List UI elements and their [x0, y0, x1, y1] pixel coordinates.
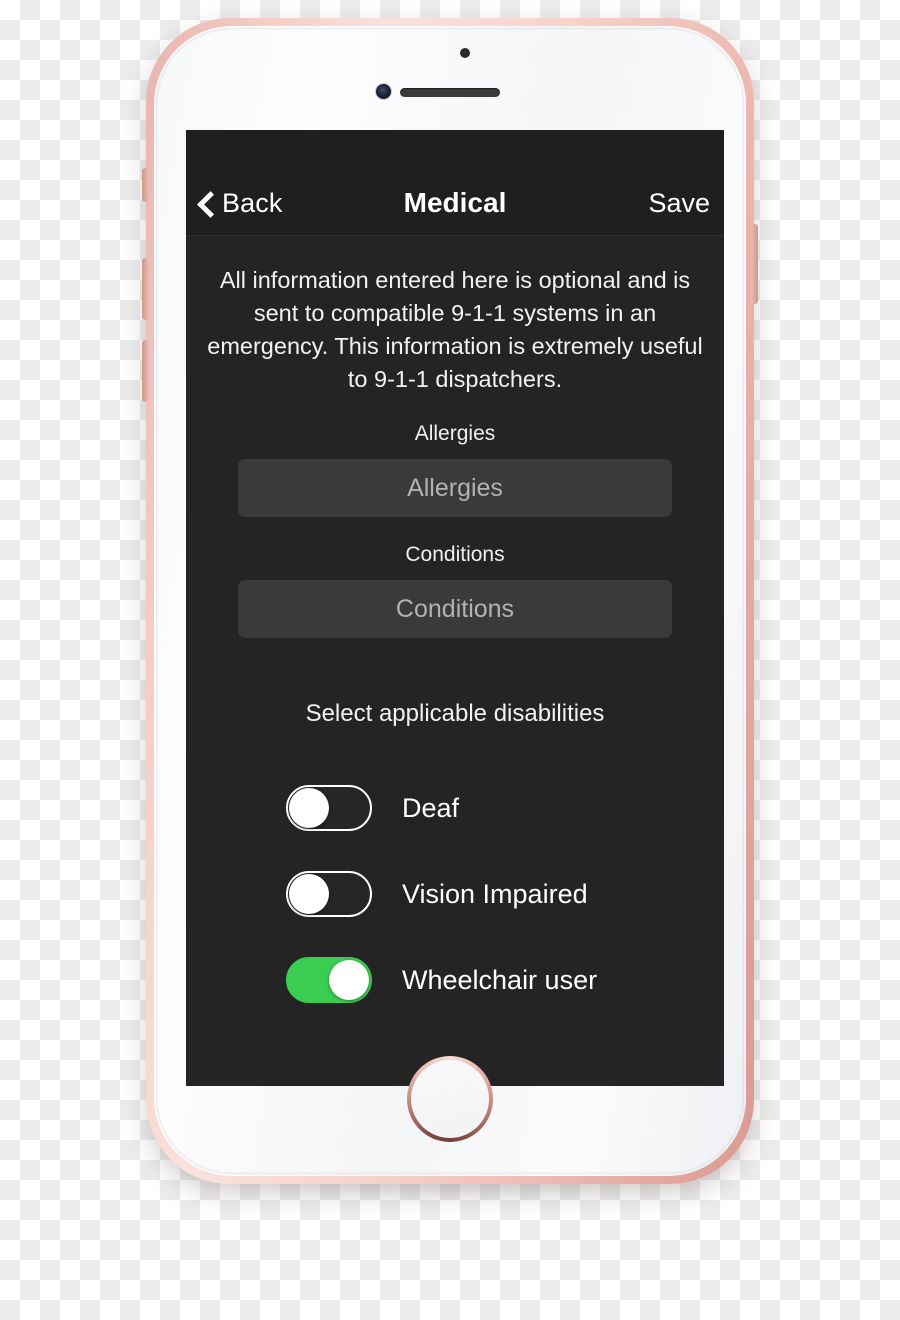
volume-up-button[interactable] — [142, 258, 149, 320]
proximity-sensor-icon — [460, 48, 470, 58]
phone-device-frame: Back Medical Save All information entere… — [142, 18, 758, 1184]
home-button-surface — [411, 1060, 489, 1138]
wheelchair-user-toggle[interactable] — [286, 957, 372, 1003]
phone-faceplate: Back Medical Save All information entere… — [154, 26, 746, 1176]
home-button[interactable] — [407, 1056, 493, 1142]
vision-impaired-toggle-label: Vision Impaired — [402, 878, 588, 909]
wheelchair-user-toggle-label: Wheelchair user — [402, 964, 598, 995]
navigation-bar: Back Medical Save — [186, 130, 724, 236]
toggle-row-deaf: Deaf — [286, 778, 706, 838]
phone-screen: Back Medical Save All information entere… — [186, 130, 724, 1086]
deaf-toggle[interactable] — [286, 785, 372, 831]
toggle-knob — [289, 788, 329, 828]
allergies-field-group: Allergies Allergies — [204, 422, 706, 517]
save-button[interactable]: Save — [648, 188, 710, 219]
conditions-label: Conditions — [405, 543, 505, 566]
toggle-knob — [329, 960, 369, 1000]
earpiece-speaker-icon — [400, 88, 500, 97]
toggle-knob — [289, 874, 329, 914]
conditions-input[interactable]: Conditions — [238, 580, 672, 638]
volume-down-button[interactable] — [142, 340, 149, 402]
conditions-field-group: Conditions Conditions — [204, 543, 706, 638]
toggle-row-vision-impaired: Vision Impaired — [286, 864, 706, 924]
mute-switch-button[interactable] — [142, 168, 149, 202]
power-button[interactable] — [751, 224, 758, 304]
allergies-label: Allergies — [414, 422, 496, 445]
page-title: Medical — [403, 187, 507, 218]
toggle-row-wheelchair-user: Wheelchair user — [286, 950, 706, 1010]
deaf-toggle-label: Deaf — [402, 792, 460, 823]
allergies-input[interactable]: Allergies — [238, 459, 672, 517]
disabilities-section-title: Select applicable disabilities — [305, 700, 605, 727]
screen-content: All information entered here is optional… — [186, 264, 724, 1010]
front-camera-icon — [376, 84, 391, 99]
disabilities-toggle-list: Deaf Vision Impaired Wheelchair user — [204, 778, 706, 1010]
vision-impaired-toggle[interactable] — [286, 871, 372, 917]
intro-description: All information entered here is optional… — [207, 267, 703, 392]
